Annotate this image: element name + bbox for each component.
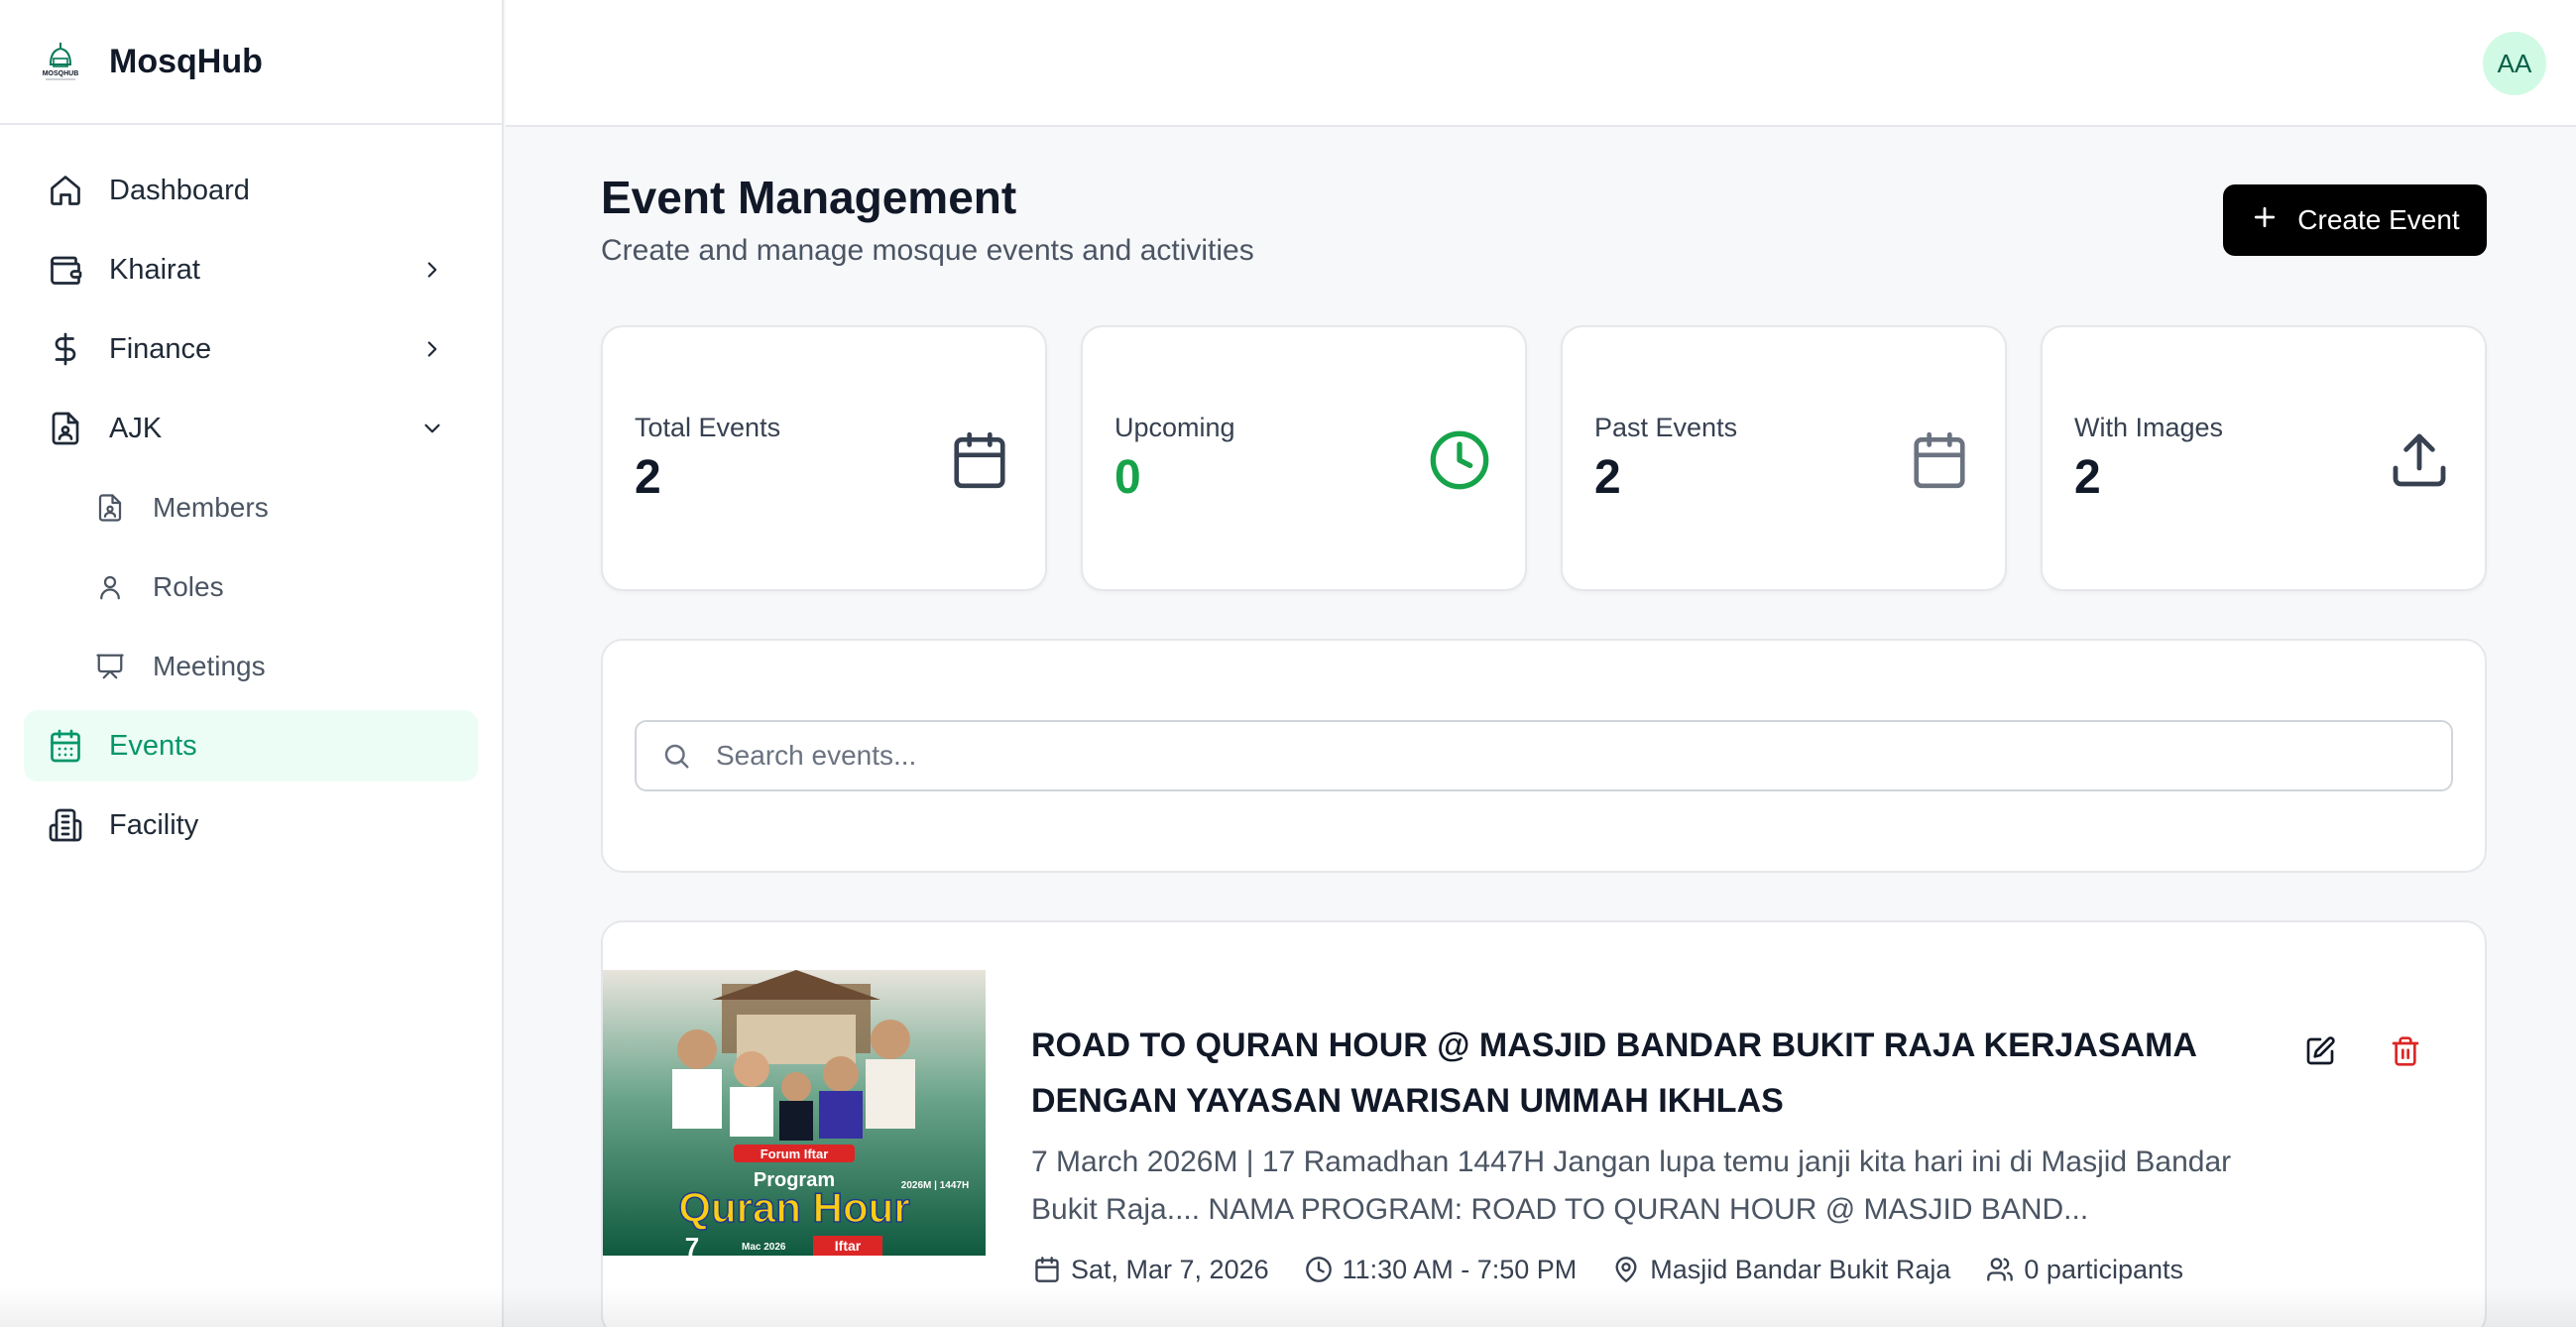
sidebar-item-label: Meetings [153, 651, 266, 681]
stat-value: 2 [635, 451, 661, 504]
plus-icon [2250, 202, 2280, 238]
map-pin-icon [1610, 1254, 1642, 1285]
sidebar-item-label: Finance [109, 332, 212, 365]
chevron-right-icon [416, 333, 448, 365]
sidebar-item-finance[interactable]: Finance [24, 313, 478, 385]
svg-text:MOSQHUB: MOSQHUB [43, 70, 79, 77]
calendar-icon [948, 428, 1011, 492]
sidebar-item-dashboard[interactable]: Dashboard [24, 155, 478, 226]
stat-value: 2 [1594, 451, 1621, 504]
sidebar-item-ajk[interactable]: AJK [24, 393, 478, 464]
user-icon [93, 570, 127, 604]
stat-label: Past Events [1594, 413, 1738, 442]
stat-value: 0 [1114, 451, 1141, 504]
sidebar: MOSQHUB MosqHub Dashboard Khairat Financ… [0, 0, 504, 1327]
users-icon [1984, 1254, 2016, 1285]
search-box[interactable] [635, 720, 2453, 791]
calendar-icon [46, 726, 85, 766]
sidebar-item-label: Dashboard [109, 174, 250, 206]
event-description: 7 March 2026M | 17 Ramadhan 1447H Jangan… [1031, 1146, 2232, 1226]
event-location-text: Masjid Bandar Bukit Raja [1650, 1254, 1951, 1284]
event-title[interactable]: ROAD TO QURAN HOUR @ MASJID BANDAR BUKIT… [1031, 1018, 2281, 1129]
presentation-icon [93, 650, 127, 683]
stat-card-past-events: Past Events 2 [1561, 325, 2007, 591]
event-location: Masjid Bandar Bukit Raja [1610, 1254, 1950, 1285]
event-card[interactable]: Forum Iftar Program Quran Hour 2026M | 1… [601, 920, 2487, 1327]
home-icon [46, 171, 85, 210]
sidebar-item-label: AJK [109, 412, 163, 444]
calendar-icon [1031, 1254, 1063, 1285]
event-poster-image: Forum Iftar Program Quran Hour 2026M | 1… [603, 970, 986, 1256]
event-meta: Sat, Mar 7, 2026 11:30 AM - 7:50 PM Masj… [1031, 1254, 2217, 1285]
search-card [601, 639, 2487, 873]
create-event-label: Create Event [2297, 204, 2460, 235]
edit-event-button[interactable] [2292, 1025, 2348, 1081]
event-time: 11:30 AM - 7:50 PM [1303, 1254, 1578, 1285]
stat-card-total-events: Total Events 2 [601, 325, 1047, 591]
chevron-down-icon [416, 413, 448, 444]
stat-label: With Images [2074, 413, 2224, 442]
event-date-text: Sat, Mar 7, 2026 [1071, 1254, 1269, 1284]
file-user-icon [46, 409, 85, 448]
svg-text:Quran Hour: Quran Hour [678, 1184, 909, 1231]
stat-card-with-images: With Images 2 [2041, 325, 2487, 591]
sidebar-item-label: Members [153, 492, 269, 523]
stat-label: Upcoming [1114, 413, 1235, 442]
calendar-icon [1908, 428, 1971, 492]
upload-icon [2388, 428, 2451, 492]
stat-card-upcoming: Upcoming 0 [1081, 325, 1527, 591]
sidebar-item-label: Events [109, 729, 197, 762]
sidebar-item-events[interactable]: Events [24, 710, 478, 782]
svg-text:Forum Iftar: Forum Iftar [761, 1146, 829, 1161]
wallet-icon [46, 250, 85, 290]
sidebar-item-label: Roles [153, 571, 224, 602]
edit-icon [2304, 1035, 2336, 1072]
page-subtitle: Create and manage mosque events and acti… [601, 234, 1254, 267]
search-input[interactable] [716, 740, 2401, 772]
sidebar-item-facility[interactable]: Facility [24, 789, 478, 861]
sidebar-item-meetings[interactable]: Meetings [24, 631, 478, 702]
delete-event-button[interactable] [2378, 1025, 2433, 1081]
search-icon [658, 738, 694, 774]
stat-label: Total Events [635, 413, 781, 442]
sidebar-item-khairat[interactable]: Khairat [24, 234, 478, 305]
sidebar-item-members[interactable]: Members [24, 472, 478, 543]
event-date: Sat, Mar 7, 2026 [1031, 1254, 1269, 1285]
top-bar: AA [506, 0, 2576, 127]
stat-value: 2 [2074, 451, 2101, 504]
sidebar-item-roles[interactable]: Roles [24, 551, 478, 623]
brand[interactable]: MOSQHUB MosqHub [0, 0, 502, 125]
page-title: Event Management [601, 172, 1017, 223]
event-time-text: 11:30 AM - 7:50 PM [1342, 1254, 1578, 1284]
event-participants-text: 0 participants [2024, 1254, 2183, 1284]
create-event-button[interactable]: Create Event [2223, 184, 2487, 256]
app-name: MosqHub [109, 42, 263, 80]
svg-text:Iftar: Iftar [835, 1238, 862, 1254]
svg-text:7: 7 [685, 1232, 699, 1256]
chevron-right-icon [416, 254, 448, 286]
stats-row: Total Events 2 Upcoming 0 Past Events 2 … [601, 325, 2487, 591]
sidebar-item-label: Facility [109, 808, 199, 841]
file-user-icon [93, 491, 127, 525]
event-participants: 0 participants [1984, 1254, 2183, 1285]
sidebar-nav: Dashboard Khairat Finance AJK Members Ro… [0, 155, 502, 861]
mosque-logo-icon: MOSQHUB [38, 39, 83, 84]
svg-text:Mac 2026: Mac 2026 [742, 1242, 786, 1253]
svg-text:2026M | 1447H: 2026M | 1447H [901, 1180, 969, 1191]
dollar-icon [46, 329, 85, 369]
clock-icon [1428, 428, 1491, 492]
trash-icon [2390, 1035, 2421, 1072]
user-avatar[interactable]: AA [2483, 32, 2546, 95]
building-icon [46, 805, 85, 845]
clock-icon [1303, 1254, 1335, 1285]
sidebar-item-label: Khairat [109, 253, 200, 286]
